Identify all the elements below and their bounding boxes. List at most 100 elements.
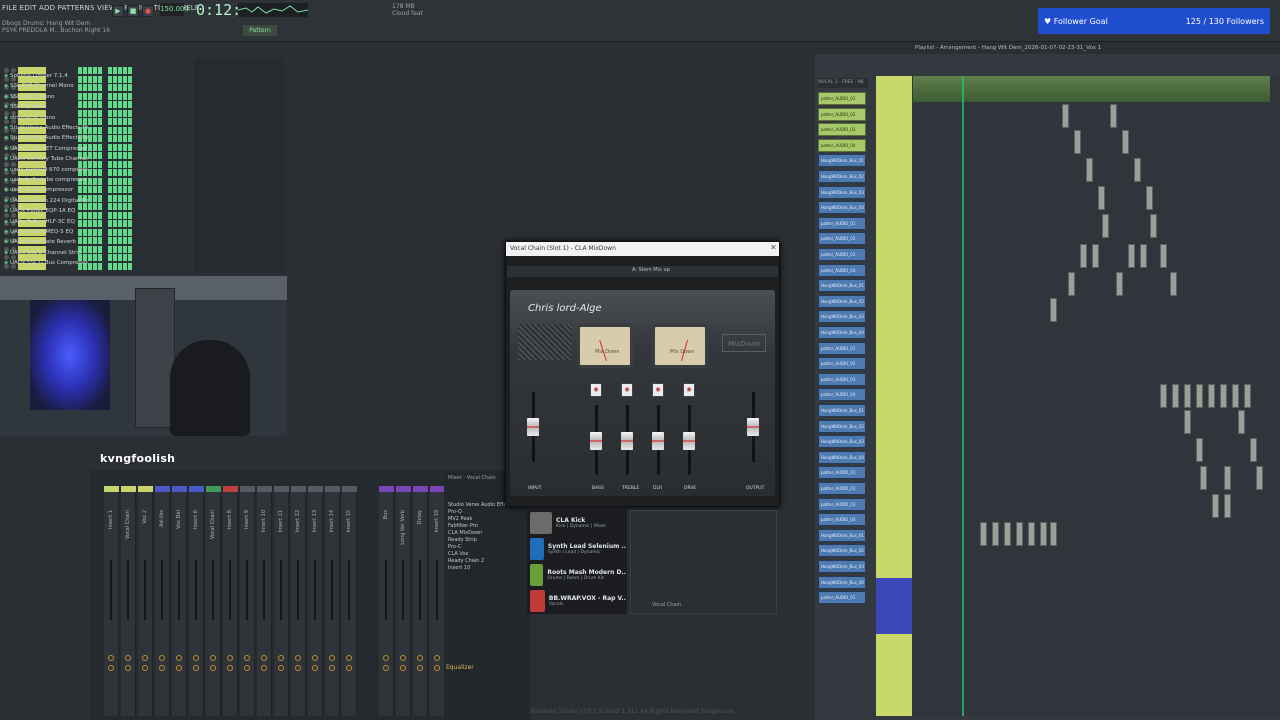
step-button[interactable] xyxy=(118,169,122,176)
step-button[interactable] xyxy=(123,67,127,74)
step-button[interactable] xyxy=(93,101,97,108)
stereo-knob[interactable] xyxy=(227,665,233,671)
step-button[interactable] xyxy=(98,220,102,227)
step-button[interactable] xyxy=(93,245,97,253)
step-button[interactable] xyxy=(123,254,127,261)
pattern-clip[interactable] xyxy=(1208,384,1215,408)
step-button[interactable] xyxy=(98,160,102,168)
step-button[interactable] xyxy=(113,245,117,253)
playlist-clip-item[interactable]: patter_AUDIO_04 xyxy=(818,513,866,527)
pattern-clip[interactable] xyxy=(1050,298,1057,322)
step-button[interactable] xyxy=(98,84,102,91)
pattern-clip[interactable] xyxy=(1170,272,1177,296)
mixer-fader[interactable] xyxy=(402,560,404,620)
playlist-clip-item[interactable]: patter_AUDIO_02 xyxy=(818,482,866,495)
mixdown-button-3[interactable]: ◉ xyxy=(652,383,664,397)
step-button[interactable] xyxy=(88,160,92,168)
output-fader[interactable] xyxy=(747,418,759,436)
step-button[interactable] xyxy=(88,152,92,159)
pan-knob[interactable] xyxy=(193,655,199,661)
step-button[interactable] xyxy=(113,67,117,74)
mixer-fader[interactable] xyxy=(246,560,248,620)
step-button[interactable] xyxy=(108,254,112,261)
step-button[interactable] xyxy=(88,75,92,83)
step-button[interactable] xyxy=(128,160,132,168)
input-fader[interactable] xyxy=(527,418,539,436)
step-button[interactable] xyxy=(88,262,92,270)
step-button[interactable] xyxy=(118,254,122,261)
step-button[interactable] xyxy=(123,109,127,117)
step-button[interactable] xyxy=(118,203,122,210)
step-button[interactable] xyxy=(93,135,97,142)
mixer-insert-slot[interactable]: Pro-C xyxy=(448,544,508,550)
treble-fader[interactable] xyxy=(621,432,633,450)
step-button[interactable] xyxy=(93,254,97,261)
step-button[interactable] xyxy=(88,254,92,261)
mixer-fader[interactable] xyxy=(419,560,421,620)
step-button[interactable] xyxy=(108,118,112,125)
step-button[interactable] xyxy=(128,228,132,236)
preset-item[interactable]: Roots Mash Modern D.. Drums | Room | Drum… xyxy=(530,563,626,587)
mixdown-button-1[interactable]: ◉ xyxy=(590,383,602,397)
pattern-clip[interactable] xyxy=(1184,410,1191,434)
mixer-insert-slot[interactable]: Studio Verse Audio Effect xyxy=(448,502,508,508)
step-button[interactable] xyxy=(113,220,117,227)
pattern-clip[interactable] xyxy=(1080,244,1087,268)
stereo-knob[interactable] xyxy=(295,665,301,671)
plugin-browser-item[interactable]: ◈ uadx la-2a tube compressor xyxy=(4,177,88,183)
step-button[interactable] xyxy=(98,126,102,134)
mixer-fader[interactable] xyxy=(331,560,333,620)
step-button[interactable] xyxy=(108,152,112,159)
step-button[interactable] xyxy=(108,126,112,134)
step-button[interactable] xyxy=(118,92,122,100)
step-button[interactable] xyxy=(88,143,92,151)
step-button[interactable] xyxy=(113,109,117,117)
step-button[interactable] xyxy=(123,177,127,185)
step-button[interactable] xyxy=(118,220,122,227)
step-button[interactable] xyxy=(88,126,92,134)
step-button[interactable] xyxy=(93,109,97,117)
step-button[interactable] xyxy=(118,152,122,159)
step-button[interactable] xyxy=(123,118,127,125)
playlist-clip-selector[interactable]: VOCAL 1 - FREE - 96 xyxy=(818,78,868,88)
playlist-clip-item[interactable]: patter_AUDIO_04 xyxy=(818,138,866,152)
step-button[interactable] xyxy=(93,262,97,270)
mixer-fader[interactable] xyxy=(263,560,265,620)
step-button[interactable] xyxy=(88,135,92,142)
step-button[interactable] xyxy=(113,262,117,270)
mixer-insert-slot[interactable]: Ready Chain 2 xyxy=(448,558,508,564)
step-button[interactable] xyxy=(108,237,112,244)
step-button[interactable] xyxy=(128,126,132,134)
step-button[interactable] xyxy=(123,211,127,219)
step-button[interactable] xyxy=(128,177,132,185)
step-button[interactable] xyxy=(123,169,127,176)
playlist-clip-item[interactable]: HangWitDem_Bus_02 xyxy=(818,544,866,558)
playlist-clip-item[interactable]: patter_AUDIO_01 xyxy=(818,591,866,605)
step-button[interactable] xyxy=(113,126,117,134)
step-button[interactable] xyxy=(123,220,127,227)
step-button[interactable] xyxy=(123,237,127,244)
pattern-clip[interactable] xyxy=(1028,522,1035,546)
step-button[interactable] xyxy=(93,152,97,159)
pattern-clip[interactable] xyxy=(1004,522,1011,546)
pan-knob[interactable] xyxy=(176,655,182,661)
playlist-clip-item[interactable]: patter_AUDIO_01 xyxy=(818,92,866,105)
step-button[interactable] xyxy=(98,109,102,117)
mixer-insert-slot[interactable]: Pro-Q xyxy=(448,509,508,515)
step-button[interactable] xyxy=(113,92,117,100)
step-button[interactable] xyxy=(93,126,97,134)
plugin-browser-item[interactable]: ◈ Spheria Limiter 7.1.4 xyxy=(4,73,88,79)
step-button[interactable] xyxy=(128,135,132,142)
pan-knob[interactable] xyxy=(108,655,114,661)
playlist-clip-item[interactable]: patter_AUDIO_01 xyxy=(818,216,866,230)
pattern-selector[interactable]: Pattern xyxy=(243,25,277,36)
step-button[interactable] xyxy=(113,237,117,244)
step-button[interactable] xyxy=(128,92,132,100)
step-button[interactable] xyxy=(88,237,92,244)
pan-knob[interactable] xyxy=(159,655,165,661)
step-button[interactable] xyxy=(108,211,112,219)
step-button[interactable] xyxy=(93,228,97,236)
pan-knob[interactable] xyxy=(329,655,335,661)
play-icon[interactable]: ▶ xyxy=(112,5,124,17)
stereo-knob[interactable] xyxy=(261,665,267,671)
